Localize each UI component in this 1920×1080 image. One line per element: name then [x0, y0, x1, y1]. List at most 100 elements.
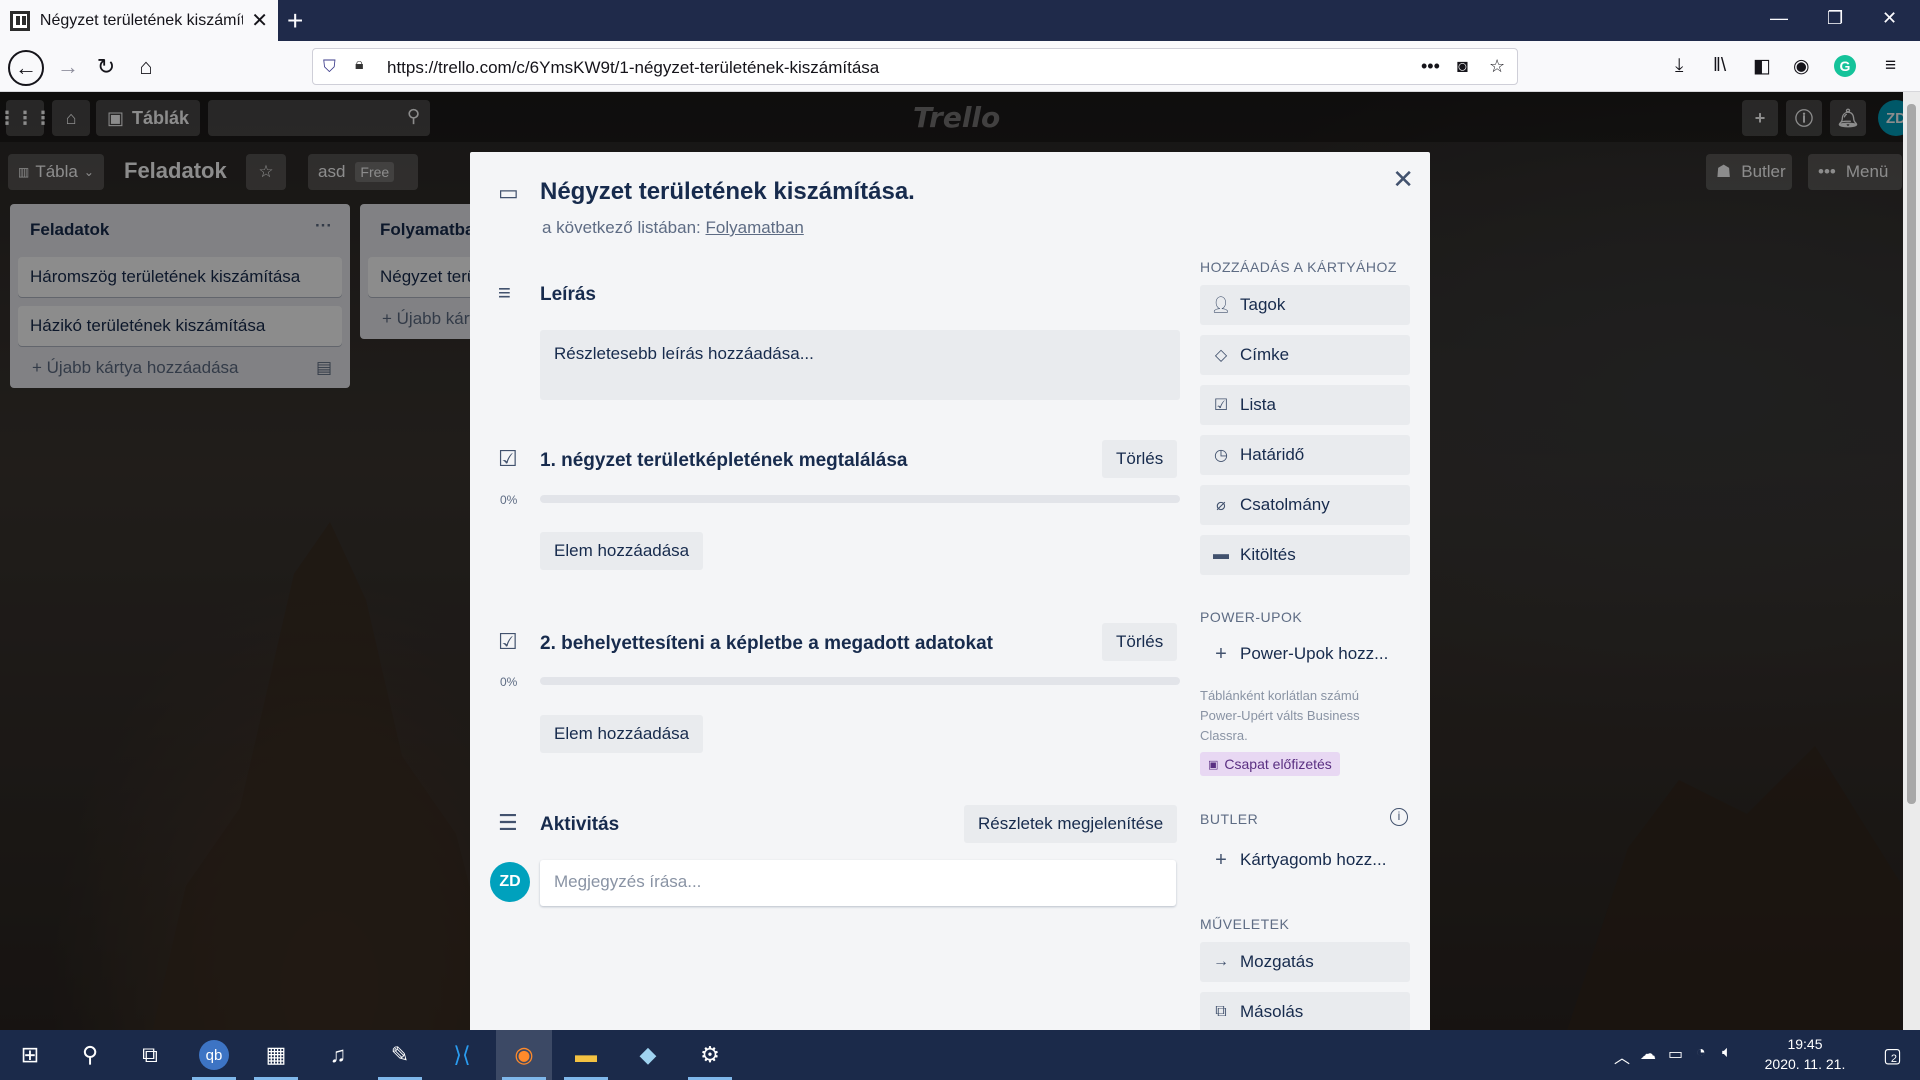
forward-icon[interactable]: → [52, 51, 84, 83]
move-button[interactable]: → Mozgatás [1200, 942, 1410, 982]
tracking-shield-icon[interactable]: ⛉ [323, 57, 336, 77]
bookmark-star-icon[interactable]: ☆ [1489, 56, 1505, 77]
lock-icon[interactable]: 🔒︎ [355, 56, 364, 74]
browser-tab-bar: Négyzet területének kiszámítás ✕ + — ❐ ✕ [0, 0, 1920, 41]
checklist-progress-bar [540, 677, 1180, 685]
cover-button[interactable]: ▬ Kitöltés [1200, 535, 1410, 575]
notepad-icon[interactable]: ✎ [372, 1030, 428, 1080]
calculator-icon[interactable]: ▦ [248, 1030, 304, 1080]
list-link[interactable]: Folyamatban [706, 218, 804, 237]
window-close-icon[interactable]: ✕ [1882, 8, 1897, 29]
qbittorrent-icon[interactable]: qb [186, 1030, 242, 1080]
clock[interactable]: 19:45 2020. 11. 21. [1752, 1034, 1858, 1074]
show-details-button[interactable]: Részletek megjelenítése [964, 805, 1178, 843]
sidebar-icon[interactable]: ◧ [1753, 55, 1771, 78]
onedrive-icon[interactable]: ☁ [1640, 1044, 1656, 1064]
team-subscription-badge[interactable]: ▣ Csapat előfizetés [1200, 752, 1340, 776]
new-tab-icon[interactable]: + [287, 5, 303, 37]
windows-taskbar: ⊞ ⚲ ⧉ qb ▦ ♫ ✎ ⟩⟨ ◉ ▬ ◆ ⚙ ︿ ☁ ▭ ◔ 🔈︎ 19:… [0, 1030, 1920, 1080]
attachment-button[interactable]: ⌀ Csatolmány [1200, 485, 1410, 525]
add-card-button-button[interactable]: + Kártyagomb hozz... [1200, 840, 1410, 880]
checklist-progress-bar [540, 495, 1180, 503]
comment-input[interactable]: Megjegyzés írása... [540, 860, 1176, 906]
close-tab-icon[interactable]: ✕ [251, 8, 268, 33]
firefox-icon[interactable]: ◉ [496, 1030, 552, 1080]
file-explorer-icon[interactable]: ▬ [558, 1030, 614, 1080]
avatar[interactable]: ZD [490, 862, 530, 902]
checklist-icon: ☑ [1213, 397, 1229, 414]
description-title: Leírás [540, 284, 596, 305]
copy-button[interactable]: ⧉ Másolás [1200, 992, 1410, 1032]
description-input[interactable]: Részletesebb leírás hozzáadása... [540, 330, 1180, 400]
scrollbar-thumb[interactable] [1907, 104, 1916, 804]
minimize-icon[interactable]: — [1770, 8, 1788, 29]
cover-label: Kitöltés [1240, 545, 1296, 564]
page-actions-icon[interactable]: ••• [1421, 56, 1440, 77]
grammarly-icon[interactable]: G [1834, 55, 1856, 77]
notification-count: 2 [1890, 1053, 1898, 1065]
page-scrollbar[interactable] [1903, 92, 1920, 1030]
clock-icon: ◷ [1214, 447, 1228, 464]
checklist-icon: ☑ [498, 446, 518, 471]
checklist-progress-label: 0% [500, 675, 518, 689]
paperclip-icon: ⌀ [1216, 497, 1226, 514]
due-date-button[interactable]: ◷ Határidő [1200, 435, 1410, 475]
url-bar[interactable]: ⛉ 🔒︎ https://trello.com/c/6YmsKW9t/1-nég… [312, 48, 1518, 85]
in-list-prefix: a következő listában: [542, 218, 701, 237]
pocket-icon[interactable]: ◙ [1457, 56, 1468, 77]
powerups-heading: POWER-UPOK [1200, 609, 1303, 625]
volume-icon[interactable]: 🔈︎ [1722, 1044, 1732, 1062]
battery-icon[interactable]: ▭ [1668, 1044, 1683, 1064]
add-item-button[interactable]: Elem hozzáadása [540, 532, 704, 570]
card-title[interactable]: Négyzet területének kiszámítása. [540, 178, 915, 206]
reload-icon[interactable]: ↻ [90, 51, 122, 83]
add-powerups-label: Power-Upok hozz... [1240, 644, 1389, 663]
add-to-card-heading: HOZZÁADÁS A KÁRTYÁHOZ [1200, 259, 1397, 275]
home-icon[interactable]: ⌂ [130, 51, 162, 83]
settings-gear-icon[interactable]: ⚙ [682, 1030, 738, 1080]
wifi-icon[interactable]: ◔ [1696, 1044, 1706, 1062]
members-label: Tagok [1240, 295, 1286, 314]
downloads-icon[interactable]: ⤓ [1675, 55, 1683, 77]
checklist-title[interactable]: 1. négyzet területképletének megtalálása [540, 450, 908, 472]
copy-label: Másolás [1240, 1002, 1304, 1021]
butler-heading: BUTLER [1200, 811, 1259, 827]
restore-icon[interactable]: ❐ [1827, 8, 1843, 29]
itunes-icon[interactable]: ♫ [310, 1030, 366, 1080]
person-icon: 👤︎ [1210, 297, 1232, 314]
windows-start-icon[interactable]: ⊞ [2, 1030, 58, 1080]
description-icon: ≡ [498, 280, 511, 305]
checklist-title[interactable]: 2. behelyettesíteni a képletbe a megadot… [540, 633, 993, 655]
notifications-icon[interactable]: ▢ 2 [1862, 1030, 1918, 1080]
back-icon[interactable]: ← [8, 50, 44, 86]
powerups-note: Táblánként korlátlan számú Power-Upért v… [1200, 688, 1360, 743]
checklist-progress-label: 0% [500, 493, 518, 507]
checklist-button[interactable]: ☑ Lista [1200, 385, 1410, 425]
labels-button[interactable]: ◇ Címke [1200, 335, 1410, 375]
app-icon[interactable]: ◆ [620, 1030, 676, 1080]
time: 19:45 [1787, 1036, 1823, 1052]
browser-tab[interactable]: Négyzet területének kiszámítás ✕ [0, 0, 278, 41]
trello-favicon-icon [10, 10, 30, 31]
account-icon[interactable]: ◉ [1793, 55, 1810, 78]
search-icon[interactable]: ⚲ [62, 1030, 118, 1080]
vscode-icon[interactable]: ⟩⟨ [434, 1030, 490, 1080]
activity-title: Aktivitás [540, 814, 620, 835]
library-icon[interactable]: ‖\ [1713, 55, 1726, 77]
plus-icon: + [1215, 642, 1227, 665]
delete-checklist-button[interactable]: Törlés [1102, 623, 1178, 661]
members-button[interactable]: 👤︎ Tagok [1200, 285, 1410, 325]
chevron-up-icon[interactable]: ︿ [1614, 1044, 1630, 1068]
info-icon[interactable]: i [1390, 808, 1408, 826]
menu-icon[interactable]: ≡ [1885, 55, 1896, 77]
task-view-icon[interactable]: ⧉ [122, 1030, 178, 1080]
card-button-label: Kártyagomb hozz... [1240, 850, 1387, 869]
date: 2020. 11. 21. [1764, 1056, 1846, 1072]
tab-title: Négyzet területének kiszámítás [39, 11, 244, 29]
url-text: https://trello.com/c/6YmsKW9t/1-négyzet-… [387, 58, 880, 77]
checklist-label: Lista [1240, 395, 1276, 414]
add-item-button[interactable]: Elem hozzáadása [540, 715, 704, 753]
delete-checklist-button[interactable]: Törlés [1102, 440, 1178, 478]
add-powerups-button[interactable]: + Power-Upok hozz... [1200, 634, 1410, 674]
close-icon[interactable]: ✕ [1392, 164, 1414, 195]
